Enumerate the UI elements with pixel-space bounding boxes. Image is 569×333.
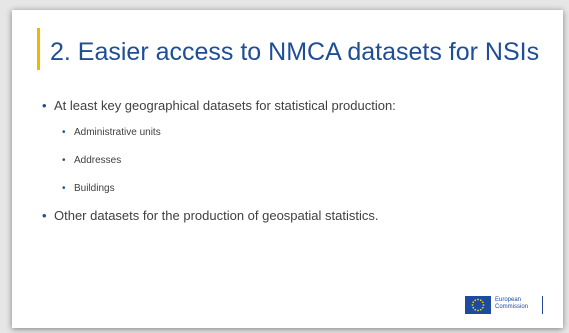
sub-bullet-text: Addresses [74, 155, 122, 166]
logo-wordmark: European Commission [495, 297, 528, 311]
eu-flag-icon [465, 296, 491, 314]
bullet-dot-icon: • [62, 127, 66, 138]
bullet-dot-icon: • [42, 98, 47, 113]
eu-stars-icon [471, 298, 485, 312]
list-item: • Buildings [62, 183, 396, 195]
slide-title: 2. Easier access to NMCA datasets for NS… [50, 38, 540, 66]
list-item: • Administrative units [62, 127, 396, 139]
sub-list-container: • Administrative units • Addresses • Bui… [62, 127, 396, 195]
european-commission-logo: European Commission [465, 294, 543, 316]
bullet-dot-icon: • [42, 208, 47, 223]
bullet-dot-icon: • [62, 183, 66, 194]
sub-bullet-list: • Administrative units • Addresses • Bui… [62, 127, 396, 195]
sub-bullet-text: Buildings [74, 183, 115, 194]
list-item: • Other datasets for the production of g… [42, 208, 396, 224]
logo-line-2: Commission [495, 304, 529, 310]
bullet-dot-icon: • [62, 155, 66, 166]
logo-divider [542, 296, 543, 314]
title-accent-bar [37, 28, 40, 70]
slide: 2. Easier access to NMCA datasets for NS… [12, 10, 563, 328]
logo-line-1: European [495, 297, 522, 303]
list-item: • At least key geographical datasets for… [42, 98, 396, 114]
bullet-text: At least key geographical datasets for s… [54, 98, 396, 113]
bullet-text: Other datasets for the production of geo… [54, 208, 379, 223]
list-item: • Addresses [62, 155, 396, 167]
sub-bullet-text: Administrative units [74, 127, 161, 138]
bullet-list: • At least key geographical datasets for… [42, 98, 396, 224]
